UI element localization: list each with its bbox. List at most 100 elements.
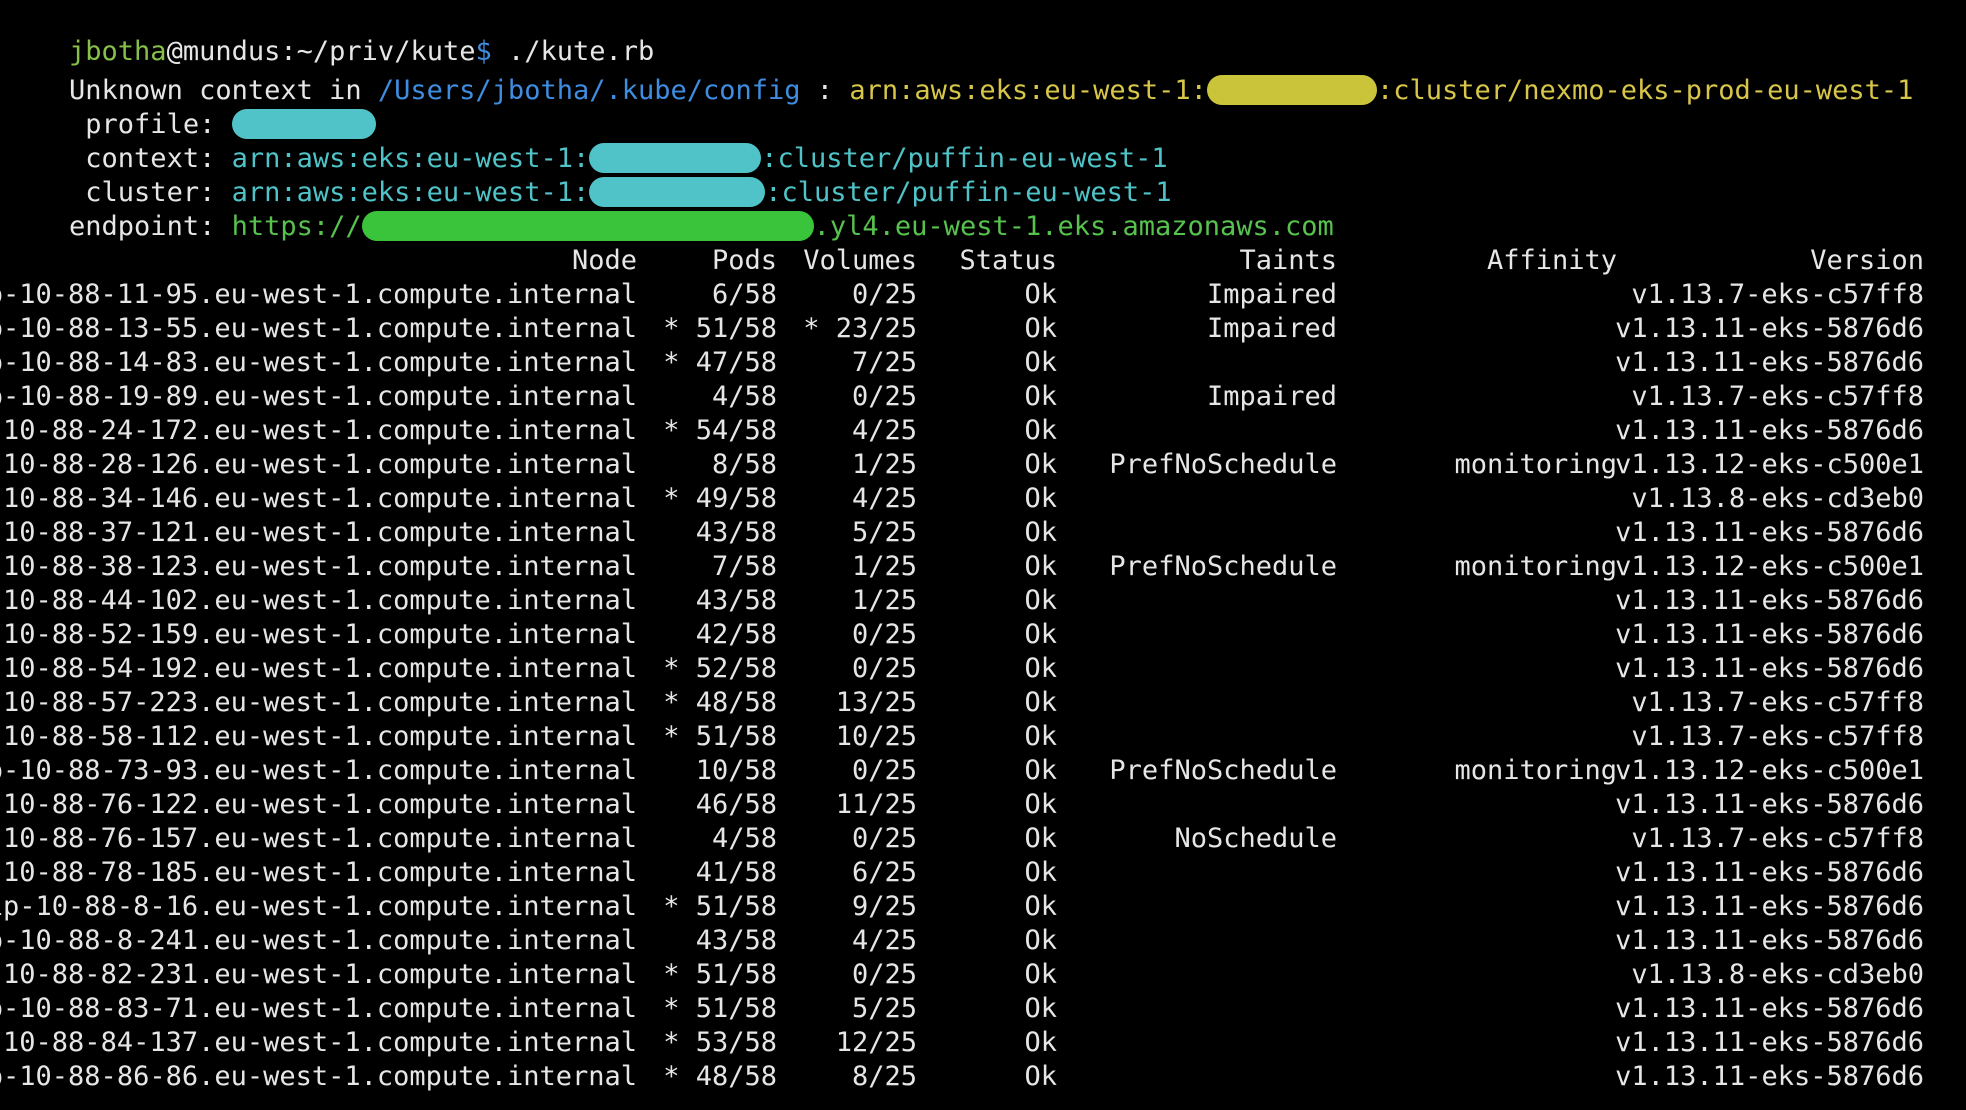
- cell-version: v1.13.7-eks-c57ff8: [1631, 823, 1924, 854]
- table-row: ip-10-88-73-93.eu-west-1.compute.interna…: [0, 754, 1964, 788]
- cell-pods: 10/58: [695, 755, 777, 786]
- table-row: ip-10-88-24-172.eu-west-1.compute.intern…: [0, 414, 1964, 448]
- cell-volumes: 0/25: [851, 381, 917, 412]
- cell-status: Ok: [1024, 789, 1057, 820]
- cell-status: Ok: [1024, 551, 1057, 582]
- cell-version: v1.13.11-eks-5876d6: [1615, 857, 1924, 888]
- cell-node: ip-10-88-13-55.eu-west-1.compute.interna…: [0, 313, 637, 344]
- cell-taints: PrefNoSchedule: [1109, 551, 1337, 582]
- cell-version: v1.13.11-eks-5876d6: [1615, 1027, 1924, 1058]
- arn-prefix: arn:aws:eks:eu-west-1:: [849, 75, 1207, 106]
- cell-version: v1.13.11-eks-5876d6: [1615, 313, 1924, 344]
- cell-volumes: 0/25: [851, 653, 917, 684]
- cell-status: Ok: [1024, 415, 1057, 446]
- table-row: ip-10-88-76-157.eu-west-1.compute.intern…: [0, 822, 1964, 856]
- cell-version: v1.13.11-eks-5876d6: [1615, 517, 1924, 548]
- table-row: ip-10-88-44-102.eu-west-1.compute.intern…: [0, 584, 1964, 618]
- cell-volumes: 4/25: [851, 483, 917, 514]
- cluster-line: cluster: arn:aws:eks:eu-west-1::cluster/…: [4, 142, 1172, 208]
- cell-node: ip-10-88-24-172.eu-west-1.compute.intern…: [0, 415, 637, 446]
- header-pods: Pods: [711, 245, 777, 276]
- cell-version: v1.13.11-eks-5876d6: [1615, 891, 1924, 922]
- cell-status: Ok: [1024, 483, 1057, 514]
- cell-pods: 4/58: [711, 823, 777, 854]
- cell-version: v1.13.7-eks-c57ff8: [1631, 279, 1924, 310]
- prompt-line: jbotha@mundus:~/priv/kute$ ./kute.rb: [4, 1, 654, 67]
- cell-version: v1.13.11-eks-5876d6: [1615, 925, 1924, 956]
- cell-taints: PrefNoSchedule: [1109, 755, 1337, 786]
- table-row: ip-10-88-54-192.eu-west-1.compute.intern…: [0, 652, 1964, 686]
- cell-volumes: 13/25: [835, 687, 917, 718]
- cell-pods: 7/58: [711, 551, 777, 582]
- header-version: Version: [1810, 245, 1924, 276]
- cell-status: Ok: [1024, 1061, 1057, 1092]
- cell-status: Ok: [1024, 313, 1057, 344]
- cell-volumes: 7/25: [851, 347, 917, 378]
- cell-node: ip-10-88-83-71.eu-west-1.compute.interna…: [0, 993, 637, 1024]
- cell-node: ip-10-88-14-83.eu-west-1.compute.interna…: [0, 347, 637, 378]
- redacted-endpoint-host: [361, 210, 814, 241]
- endpoint-suffix: .yl4.eu-west-1.eks.amazonaws.com: [813, 211, 1334, 242]
- cell-pods: * 48/58: [663, 1061, 777, 1092]
- endpoint-line: endpoint: https:// .yl4.eu-west-1.eks.ama…: [4, 176, 1334, 242]
- cell-pods: 6/58: [711, 279, 777, 310]
- table-row: ip-10-88-57-223.eu-west-1.compute.intern…: [0, 686, 1964, 720]
- cell-node: ip-10-88-11-95.eu-west-1.compute.interna…: [0, 279, 637, 310]
- cell-volumes: * 23/25: [803, 313, 917, 344]
- cell-pods: * 51/58: [663, 721, 777, 752]
- cell-status: Ok: [1024, 959, 1057, 990]
- profile-line: profile:: [4, 74, 376, 140]
- cell-version: v1.13.11-eks-5876d6: [1615, 415, 1924, 446]
- cell-pods: 42/58: [695, 619, 777, 650]
- cell-pods: * 49/58: [663, 483, 777, 514]
- cell-affinity: monitoring: [1454, 755, 1617, 786]
- table-row: ip-10-88-84-137.eu-west-1.compute.intern…: [0, 1026, 1964, 1060]
- table-row: ip-10-88-11-95.eu-west-1.compute.interna…: [0, 278, 1964, 312]
- cell-volumes: 1/25: [851, 449, 917, 480]
- cell-status: Ok: [1024, 449, 1057, 480]
- cell-pods: 41/58: [695, 857, 777, 888]
- arn-suffix: :cluster/nexmo-eks-prod-eu-west-1: [1376, 75, 1914, 106]
- cell-taints: Impaired: [1206, 381, 1337, 412]
- cell-node: ip-10-88-19-89.eu-west-1.compute.interna…: [0, 381, 637, 412]
- terminal-window[interactable]: jbotha@mundus:~/priv/kute$ ./kute.rb Unk…: [0, 0, 1964, 1110]
- cell-version: v1.13.11-eks-5876d6: [1615, 585, 1924, 616]
- cell-version: v1.13.12-eks-c500e1: [1615, 449, 1924, 480]
- header-node: Node: [571, 245, 637, 276]
- cell-taints: Impaired: [1206, 313, 1337, 344]
- cell-version: v1.13.7-eks-c57ff8: [1631, 721, 1924, 752]
- cell-volumes: 4/25: [851, 925, 917, 956]
- table-row: ip-10-88-28-126.eu-west-1.compute.intern…: [0, 448, 1964, 482]
- cell-node: ip-10-88-38-123.eu-west-1.compute.intern…: [0, 551, 637, 582]
- table-row: ip-10-88-37-121.eu-west-1.compute.intern…: [0, 516, 1964, 550]
- cell-version: v1.13.7-eks-c57ff8: [1631, 381, 1924, 412]
- cell-volumes: 6/25: [851, 857, 917, 888]
- cell-volumes: 1/25: [851, 551, 917, 582]
- cell-volumes: 9/25: [851, 891, 917, 922]
- cell-node: ip-10-88-28-126.eu-west-1.compute.intern…: [0, 449, 637, 480]
- cell-node: ip-10-88-44-102.eu-west-1.compute.intern…: [0, 585, 637, 616]
- cell-taints: Impaired: [1206, 279, 1337, 310]
- cell-pods: * 48/58: [663, 687, 777, 718]
- cell-pods: * 52/58: [663, 653, 777, 684]
- cell-pods: * 53/58: [663, 1027, 777, 1058]
- cell-version: v1.13.11-eks-5876d6: [1615, 789, 1924, 820]
- table-row: ip-10-88-58-112.eu-west-1.compute.intern…: [0, 720, 1964, 754]
- cell-volumes: 8/25: [851, 1061, 917, 1092]
- cell-node: ip-10-88-76-122.eu-west-1.compute.intern…: [0, 789, 637, 820]
- context-line: context: arn:aws:eks:eu-west-1::cluster/…: [4, 108, 1168, 174]
- cell-taints: PrefNoSchedule: [1109, 449, 1337, 480]
- cell-status: Ok: [1024, 925, 1057, 956]
- table-row: ip-10-88-14-83.eu-west-1.compute.interna…: [0, 346, 1964, 380]
- header-volumes: Volumes: [803, 245, 917, 276]
- cell-status: Ok: [1024, 653, 1057, 684]
- header-affinity: Affinity: [1486, 245, 1617, 276]
- table-row: ip-10-88-83-71.eu-west-1.compute.interna…: [0, 992, 1964, 1026]
- context-error-line: Unknown context in /Users/jbotha/.kube/c…: [4, 40, 1913, 106]
- cell-node: ip-10-88-8-16.eu-west-1.compute.internal: [0, 891, 637, 922]
- cell-pods: * 51/58: [663, 993, 777, 1024]
- cell-node: ip-10-88-37-121.eu-west-1.compute.intern…: [0, 517, 637, 548]
- cell-status: Ok: [1024, 687, 1057, 718]
- cell-status: Ok: [1024, 279, 1057, 310]
- cell-node: ip-10-88-78-185.eu-west-1.compute.intern…: [0, 857, 637, 888]
